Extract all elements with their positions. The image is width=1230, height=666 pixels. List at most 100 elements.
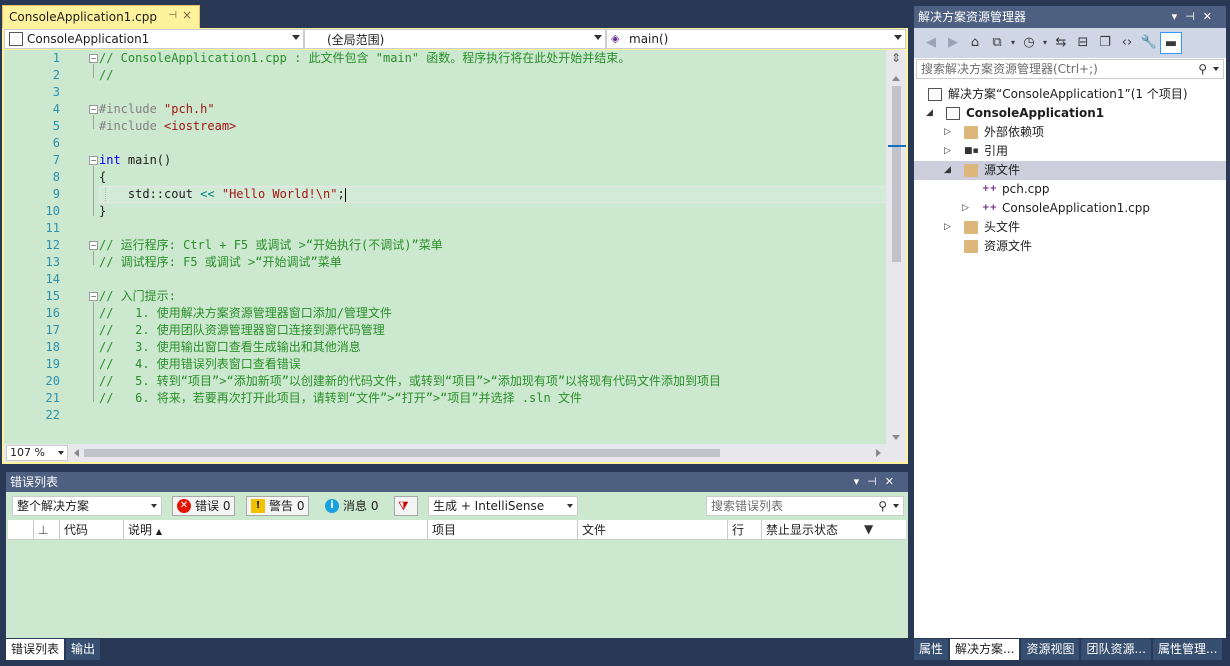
member-dropdown[interactable]: ◈ main() bbox=[606, 29, 906, 49]
collapsed-icon[interactable]: ▷ bbox=[944, 142, 954, 161]
caret-position-marker bbox=[888, 145, 906, 147]
tree-item-label: ConsoleApplication1.cpp bbox=[1002, 201, 1150, 215]
tree-item-consoleapplication1-cpp[interactable]: ▷ ++ ConsoleApplication1.cpp bbox=[914, 199, 1226, 218]
tree-item-source-files[interactable]: ◢ 源文件 bbox=[914, 161, 1226, 180]
tab-properties[interactable]: 属性 bbox=[914, 639, 949, 660]
collapse-icon[interactable]: − bbox=[89, 105, 98, 114]
expanded-icon[interactable]: ◢ bbox=[944, 161, 954, 180]
tab-consoleapplication1-cpp[interactable]: ConsoleApplication1.cpp ⊣ × bbox=[2, 5, 200, 28]
pin-icon[interactable]: ⊣ bbox=[168, 10, 177, 21]
tree-item-references[interactable]: ▷ ■▪ 引用 bbox=[914, 142, 1226, 161]
solution-search-input[interactable]: 搜索解决方案资源管理器(Ctrl+;) ⚲ bbox=[916, 59, 1224, 79]
messages-count: 消息 0 bbox=[343, 499, 379, 513]
scroll-left-icon[interactable] bbox=[74, 449, 79, 457]
bottom-tool-tabs: 错误列表 输出 bbox=[6, 639, 102, 661]
code-line: // 1. 使用解决方案资源管理器窗口添加/管理文件 bbox=[99, 306, 393, 320]
column-suppression-state[interactable]: 禁止显示状态 bbox=[762, 520, 906, 540]
switch-views-icon[interactable]: ⧉ bbox=[986, 32, 1008, 54]
tree-item-solution[interactable]: 解决方案“ConsoleApplication1”(1 个项目) bbox=[914, 85, 1226, 104]
split-icon[interactable]: ⇕ bbox=[890, 52, 902, 66]
column-line[interactable]: 行 bbox=[728, 520, 762, 540]
preview-selected-icon[interactable]: ▬ bbox=[1160, 32, 1182, 54]
source-filter-dropdown[interactable]: 生成 + IntelliSense bbox=[428, 496, 578, 516]
filter-button[interactable]: ⧩ bbox=[394, 496, 418, 516]
scroll-right-icon[interactable] bbox=[876, 449, 881, 457]
tree-item-resource-files[interactable]: 资源文件 bbox=[914, 237, 1226, 256]
outline-line bbox=[93, 302, 94, 402]
code-line: } bbox=[99, 204, 107, 218]
error-list-toolbar: 整个解决方案 ✕ 错误 0 ! 警告 0 i 消息 0 ⧩ 生成 + Intel… bbox=[6, 492, 908, 520]
column-description[interactable]: 说明 ▲ bbox=[124, 520, 428, 540]
scroll-up-icon[interactable] bbox=[892, 76, 900, 81]
line-number: 7 bbox=[52, 153, 60, 167]
expanded-icon[interactable]: ◢ bbox=[926, 104, 936, 123]
collapse-icon[interactable]: − bbox=[89, 156, 98, 165]
column-file[interactable]: 文件 bbox=[578, 520, 728, 540]
scope-filter-dropdown[interactable]: 整个解决方案 bbox=[12, 496, 162, 516]
collapsed-icon[interactable]: ▷ bbox=[944, 123, 954, 142]
collapsed-icon[interactable]: ▷ bbox=[944, 218, 954, 237]
chevron-down-icon[interactable]: ▾ bbox=[1008, 32, 1018, 54]
column-project[interactable]: 项目 bbox=[428, 520, 578, 540]
line-number: 8 bbox=[52, 170, 60, 184]
tab-output[interactable]: 输出 bbox=[66, 639, 101, 660]
tab-property-manager[interactable]: 属性管理... bbox=[1152, 639, 1223, 660]
line-number: 19 bbox=[45, 357, 60, 371]
column-sort-icon[interactable]: ⊥ bbox=[34, 520, 60, 540]
chevron-down-icon[interactable]: ▾ bbox=[1040, 32, 1050, 54]
code-editor[interactable]: 1 2 3 4 5 6 7 8 9 10 11 12 13 14 15 16 1… bbox=[4, 50, 906, 444]
column-severity[interactable] bbox=[8, 520, 34, 540]
messages-filter-button[interactable]: i 消息 0 bbox=[320, 496, 383, 516]
pending-changes-icon[interactable]: ◷ bbox=[1018, 32, 1040, 54]
home-icon[interactable]: ⌂ bbox=[964, 32, 986, 54]
vertical-scrollbar[interactable]: ⇕ bbox=[886, 50, 906, 444]
tab-solution-explorer[interactable]: 解决方案... bbox=[950, 639, 1020, 660]
panel-window-buttons[interactable]: ▾⊣✕ bbox=[854, 472, 902, 492]
line-number: 6 bbox=[52, 136, 60, 150]
code-token: << bbox=[200, 187, 215, 201]
line-number: 21 bbox=[45, 391, 60, 405]
tree-item-project[interactable]: ◢ ConsoleApplication1 bbox=[914, 104, 1226, 123]
side-tool-tabs: 属性 解决方案... 资源视图 团队资源... 属性管理... bbox=[914, 639, 1224, 661]
column-suppression-label: 禁止显示状态 bbox=[766, 523, 839, 537]
tab-resource-view[interactable]: 资源视图 bbox=[1021, 639, 1080, 660]
tree-item-header-files[interactable]: ▷ 头文件 bbox=[914, 218, 1226, 237]
column-filter-icon[interactable]: ▼ bbox=[864, 522, 873, 536]
sync-icon[interactable]: ⇆ bbox=[1050, 32, 1072, 54]
close-icon[interactable]: × bbox=[182, 8, 192, 22]
collapse-icon[interactable]: − bbox=[89, 292, 98, 301]
outline-line bbox=[93, 64, 94, 78]
error-search-input[interactable]: 搜索错误列表 ⚲ bbox=[706, 496, 904, 516]
line-number: 12 bbox=[45, 238, 60, 252]
tree-item-external-dependencies[interactable]: ▷ 外部依赖项 bbox=[914, 123, 1226, 142]
column-code[interactable]: 代码 bbox=[60, 520, 124, 540]
tree-item-pch-cpp[interactable]: ++ pch.cpp bbox=[914, 180, 1226, 199]
collapse-icon[interactable]: − bbox=[89, 54, 98, 63]
show-all-files-icon[interactable]: ❐ bbox=[1094, 32, 1116, 54]
zoom-dropdown[interactable]: 107 % bbox=[6, 445, 68, 461]
solution-explorer-titlebar: 解决方案资源管理器 ▾⊣✕ bbox=[914, 6, 1226, 28]
scope-dropdown[interactable]: (全局范围) bbox=[304, 29, 606, 49]
collapse-all-icon[interactable]: ⊟ bbox=[1072, 32, 1094, 54]
view-code-icon[interactable]: ‹› bbox=[1116, 32, 1138, 54]
collapsed-icon[interactable]: ▷ bbox=[962, 199, 972, 218]
collapse-icon[interactable]: − bbox=[89, 241, 98, 250]
scroll-down-icon[interactable] bbox=[892, 435, 900, 440]
tab-team-explorer[interactable]: 团队资源... bbox=[1081, 639, 1151, 660]
scope-filter-label: 整个解决方案 bbox=[17, 499, 90, 513]
warnings-filter-button[interactable]: ! 警告 0 bbox=[246, 496, 310, 516]
scrollbar-thumb[interactable] bbox=[892, 86, 901, 262]
panel-window-buttons[interactable]: ▾⊣✕ bbox=[1172, 6, 1220, 28]
properties-icon[interactable]: 🔧 bbox=[1138, 32, 1160, 54]
back-icon[interactable]: ◀ bbox=[920, 32, 942, 54]
scrollbar-thumb[interactable] bbox=[84, 449, 720, 457]
project-dropdown[interactable]: ConsoleApplication1 bbox=[4, 29, 304, 49]
code-token: int bbox=[99, 153, 121, 167]
panel-title: 错误列表 bbox=[10, 475, 59, 489]
horizontal-scrollbar[interactable]: 107 % bbox=[4, 444, 906, 462]
tree-item-label: 源文件 bbox=[984, 163, 1021, 177]
forward-icon[interactable]: ▶ bbox=[942, 32, 964, 54]
line-number: 16 bbox=[45, 306, 60, 320]
tab-error-list[interactable]: 错误列表 bbox=[6, 639, 65, 660]
errors-filter-button[interactable]: ✕ 错误 0 bbox=[172, 496, 236, 516]
